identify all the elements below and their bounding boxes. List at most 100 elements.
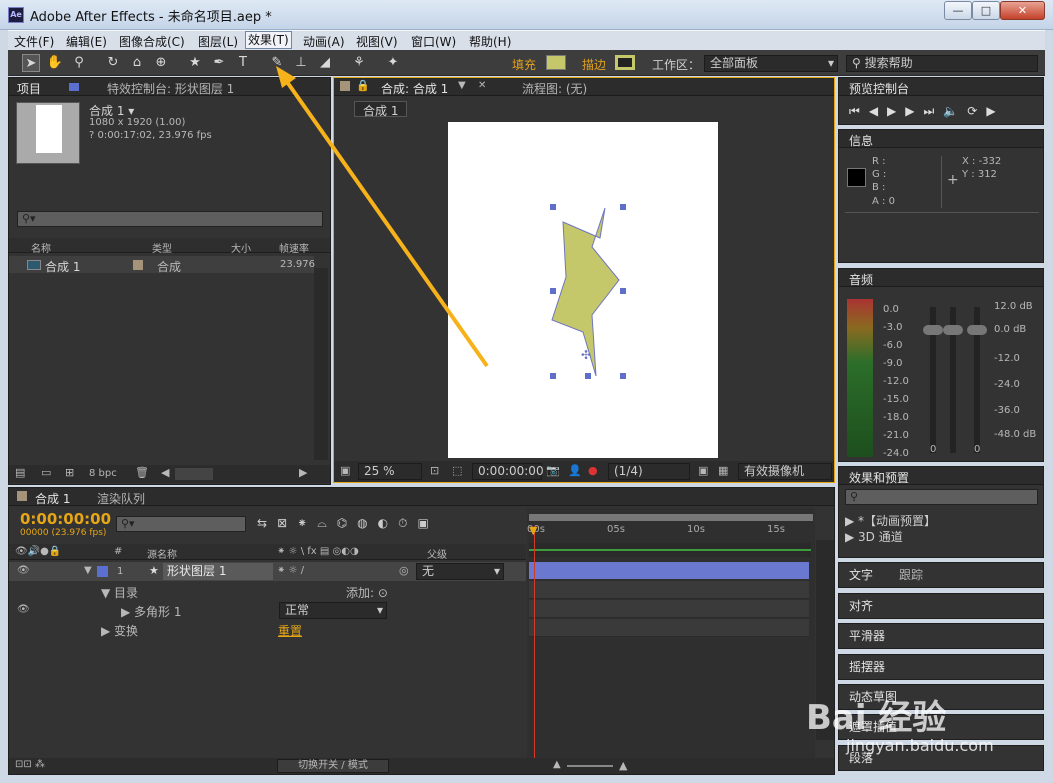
lock-icon[interactable]: 🔒 (356, 79, 370, 92)
fit-icon[interactable]: ⊡ (430, 464, 439, 477)
expand-arrow-icon[interactable]: ▶ (101, 624, 114, 638)
fast-preview-icon[interactable]: ▣ (698, 464, 708, 477)
contents-group[interactable]: ▼ 目录 (101, 584, 138, 601)
zoom-slider[interactable] (567, 765, 613, 767)
next-frame-icon[interactable]: ▶ (905, 104, 923, 118)
maximize-button[interactable]: □ (972, 1, 1000, 20)
shape-tool-icon[interactable]: ★ (186, 54, 204, 72)
expand-arrow-icon[interactable]: ▼ (101, 586, 114, 600)
close-button[interactable]: ✕ (1000, 1, 1045, 20)
pickwhip-icon[interactable]: ◎ (399, 564, 409, 577)
toggle-switches-icon[interactable]: ⊡⊡ ⁂ (15, 759, 45, 770)
tab-effect-controls[interactable]: 特效控制台: 形状图层 1 (107, 80, 234, 97)
draft-3d-icon[interactable]: ⊠ (277, 516, 297, 530)
col-name[interactable]: 名称 (31, 240, 51, 255)
chevron-down-icon[interactable]: ▼ (458, 80, 466, 91)
transparency-grid-icon[interactable]: ▦ (718, 464, 728, 477)
add-arrow-icon[interactable]: ⊙ (374, 586, 388, 600)
audio-slider-center-thumb[interactable] (943, 325, 963, 335)
timeline-search-input[interactable]: ⚲▾ (116, 516, 246, 532)
minimize-button[interactable]: — (944, 1, 972, 20)
blend-mode-dropdown[interactable]: 正常 ▾ (279, 602, 387, 619)
preview-controls[interactable]: ⏮◀▶▶⏭🔈⟳▶ (849, 104, 1005, 119)
brush-tool-icon[interactable]: ✎ (268, 54, 286, 72)
motion-blur-icon[interactable]: ⌬ (337, 516, 357, 530)
selection-tool-icon[interactable]: ➤ (22, 54, 40, 72)
hand-tool-icon[interactable]: ✋ (46, 54, 64, 72)
tab-wiggler[interactable]: 摇摆器 (849, 658, 885, 675)
audio-slider-right-thumb[interactable] (967, 325, 987, 335)
show-snapshot-icon[interactable]: 👤 (568, 464, 582, 477)
first-frame-icon[interactable]: ⏮ (849, 104, 869, 118)
parent-dropdown[interactable]: 无 ▾ (416, 563, 504, 580)
project-search-input[interactable]: ⚲▾ (17, 211, 323, 227)
tab-tracker[interactable]: 跟踪 (899, 566, 923, 583)
tab-align[interactable]: 对齐 (849, 597, 873, 614)
menu-animation[interactable]: 动画(A) (303, 33, 345, 50)
menu-layer[interactable]: 图层(L) (198, 33, 238, 50)
av-features-icon[interactable]: 👁🔊●🔒 (15, 546, 61, 557)
play-icon[interactable]: ▶ (887, 104, 905, 118)
fill-label[interactable]: 填充 (512, 56, 536, 73)
ram-preview-icon[interactable]: ▶ (986, 104, 1004, 118)
frame-blend-icon[interactable]: ⌓ (317, 516, 337, 530)
menu-effect[interactable]: 效果(T) (245, 31, 292, 49)
scroll-right-icon[interactable]: ▶ (299, 466, 307, 479)
col-parent[interactable]: 父级 (427, 546, 447, 561)
stroke-swatch[interactable] (615, 55, 635, 70)
menu-window[interactable]: 窗口(W) (411, 33, 456, 50)
menu-help[interactable]: 帮助(H) (469, 33, 511, 50)
switches-icon[interactable]: ⁕ ☼ \ fx ▤ ◎◐◑ (277, 546, 359, 557)
eye-icon[interactable]: 👁 (17, 604, 30, 615)
last-frame-icon[interactable]: ⏭ (924, 104, 944, 118)
tab-render-queue[interactable]: 渲染队列 (97, 490, 145, 507)
tab-info[interactable]: 信息 (849, 132, 873, 149)
interpret-footage-icon[interactable]: ▤ (15, 466, 25, 479)
loop-icon[interactable]: ⟳ (967, 104, 986, 118)
render-icon[interactable]: ▣ (418, 516, 439, 530)
camera-dropdown[interactable]: 有效摄像机 (738, 463, 832, 480)
bpc-label[interactable]: 8 bpc (89, 468, 117, 479)
transform-group[interactable]: ▶ 变换 (101, 622, 138, 639)
current-time[interactable]: 0:00:00:00 (20, 510, 111, 528)
expand-arrow-icon[interactable]: ▶ (121, 605, 134, 619)
camera-tool-icon[interactable]: ⌂ (128, 54, 146, 72)
polygon-group[interactable]: ▶ 多角形 1 (121, 603, 182, 620)
timeline-switches[interactable]: ⇆⊠⁕⌓⌬◍◐⏱▣ (257, 516, 439, 531)
tab-timeline-comp[interactable]: 合成 1 (35, 490, 70, 507)
tab-character[interactable]: 文字 (849, 566, 873, 583)
always-preview-icon[interactable]: ▣ (340, 464, 350, 477)
close-tab-icon[interactable]: ✕ (478, 80, 486, 91)
snapshot-icon[interactable]: 📷 (546, 464, 560, 477)
layer-switches-icon[interactable]: ⁕ ☼ / (277, 565, 304, 576)
zoom-dropdown[interactable]: 25 % (358, 463, 422, 480)
menu-composition[interactable]: 图像合成(C) (119, 33, 185, 50)
work-area-bar[interactable] (529, 514, 813, 521)
eraser-tool-icon[interactable]: ◢ (316, 54, 334, 72)
composition-canvas[interactable]: ✣ (448, 122, 718, 458)
mini-flowchart-icon[interactable]: ⇆ (257, 516, 277, 530)
tab-effects-presets[interactable]: 效果和预置 (849, 469, 909, 486)
reset-link[interactable]: 重置 (278, 622, 302, 639)
hide-shy-icon[interactable]: ⁕ (297, 516, 317, 530)
timecode-display[interactable]: 0:00:00:00 (472, 463, 544, 480)
timeline-graph[interactable]: 00s 05s 10s 15s ▼ (527, 508, 815, 758)
region-icon[interactable]: ⬚ (452, 464, 462, 477)
fill-swatch[interactable] (546, 55, 566, 70)
layer-duration-bar[interactable] (529, 562, 809, 579)
tab-flowchart[interactable]: 流程图: (无) (522, 80, 587, 97)
workspace-dropdown[interactable]: 全部面板 ▾ (704, 55, 838, 72)
preset-item-animation[interactable]: ▶ *【动画预置】 (845, 512, 936, 529)
horizontal-scroll-thumb[interactable] (175, 468, 213, 480)
graph-editor-icon[interactable]: ◐ (378, 516, 398, 530)
text-tool-icon[interactable]: T (234, 54, 252, 72)
tab-audio[interactable]: 音频 (849, 271, 873, 288)
scroll-left-icon[interactable]: ◀ (161, 466, 169, 479)
project-scrollbar[interactable] (314, 268, 328, 460)
current-time-indicator[interactable] (534, 526, 535, 758)
brainstorm-icon[interactable]: ◍ (357, 516, 377, 530)
zoom-out-icon[interactable]: ▲ (553, 759, 561, 770)
audio-slider-left-thumb[interactable] (923, 325, 943, 335)
zoom-in-icon[interactable]: ▲ (619, 759, 627, 772)
menu-view[interactable]: 视图(V) (356, 33, 398, 50)
